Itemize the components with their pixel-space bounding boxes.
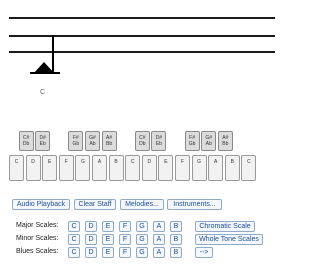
staff-line <box>9 17 275 19</box>
whole-tone-scales-button[interactable]: Whole Tone Scales <box>195 234 263 245</box>
more-scales-button[interactable]: --> <box>195 247 213 258</box>
white-key[interactable]: C <box>241 155 257 181</box>
melodies-button[interactable]: Melodies... <box>120 199 164 210</box>
chromatic-scale-button[interactable]: Chromatic Scale <box>195 221 255 232</box>
black-key[interactable]: A# Bb <box>101 131 117 151</box>
minor-scale-c-button[interactable]: C <box>68 234 80 245</box>
major-scale-d-button[interactable]: D <box>85 221 97 232</box>
black-key-flat-label: Db <box>22 141 30 147</box>
black-key-flat-label: Db <box>139 141 146 147</box>
white-key[interactable]: A <box>92 155 107 181</box>
staff-line <box>9 51 275 53</box>
staff-line <box>9 35 275 37</box>
black-key-flat-label: Gb <box>188 141 196 147</box>
white-key[interactable]: F <box>58 155 74 181</box>
minor-scale-d-button[interactable]: D <box>85 234 97 245</box>
white-key[interactable]: E <box>42 155 58 181</box>
blues-scale-d-button[interactable]: D <box>85 247 97 258</box>
major-scale-e-button[interactable]: E <box>102 221 114 232</box>
white-key[interactable]: A <box>208 155 224 181</box>
white-key[interactable]: G <box>191 155 207 181</box>
blues-scale-f-button[interactable]: F <box>119 247 131 258</box>
major-scale-c-button[interactable]: C <box>68 221 80 232</box>
white-key[interactable]: D <box>25 155 41 181</box>
black-key[interactable]: F# Gb <box>184 131 200 151</box>
black-key[interactable]: G# Ab <box>85 131 100 151</box>
white-key[interactable]: E <box>158 155 174 181</box>
blues-scale-g-button[interactable]: G <box>136 247 148 258</box>
black-key[interactable]: F# Gb <box>68 131 84 151</box>
white-key[interactable]: B <box>224 155 240 181</box>
minor-scale-f-button[interactable]: F <box>119 234 131 245</box>
black-key[interactable]: D# Eb <box>35 131 51 151</box>
white-key[interactable]: G <box>75 155 91 181</box>
major-scale-f-button[interactable]: F <box>119 221 131 232</box>
minor-scale-b-button[interactable]: B <box>170 234 182 245</box>
white-key[interactable]: F <box>175 155 190 181</box>
black-key-flat-label: Ab <box>205 141 212 147</box>
major-scale-g-button[interactable]: G <box>136 221 148 232</box>
black-key-flat-label: Bb <box>106 141 113 147</box>
instruments-button[interactable]: Instruments... <box>167 199 222 210</box>
blues-scales-label: Blues Scales: <box>16 248 59 255</box>
black-key[interactable]: G# Ab <box>201 131 217 151</box>
black-key[interactable]: A# Bb <box>217 131 233 151</box>
minor-scale-a-button[interactable]: A <box>153 234 165 245</box>
clear-staff-button[interactable]: Clear Staff <box>74 199 116 210</box>
blues-scale-e-button[interactable]: E <box>102 247 114 258</box>
current-note-label: C <box>40 89 46 96</box>
ledger-line <box>30 72 60 74</box>
black-key[interactable]: C# Db <box>18 131 34 151</box>
minor-scale-g-button[interactable]: G <box>136 234 148 245</box>
minor-scale-e-button[interactable]: E <box>102 234 114 245</box>
major-scales-label: Major Scales: <box>16 222 59 229</box>
blues-scale-c-button[interactable]: C <box>68 247 80 258</box>
black-key-flat-label: Gb <box>72 141 80 147</box>
white-key[interactable]: B <box>108 155 124 181</box>
blues-scale-b-button[interactable]: B <box>170 247 182 258</box>
black-key[interactable]: C# Db <box>134 131 150 151</box>
major-scale-a-button[interactable]: A <box>153 221 165 232</box>
white-key[interactable]: C <box>125 155 141 181</box>
minor-scales-label: Minor Scales: <box>16 235 59 242</box>
black-key-flat-label: Bb <box>222 141 229 147</box>
blues-scale-a-button[interactable]: A <box>153 247 165 258</box>
white-key[interactable]: D <box>141 155 157 181</box>
black-key-flat-label: Eb <box>39 141 46 147</box>
black-key-flat-label: Eb <box>155 141 162 147</box>
major-scale-b-button[interactable]: B <box>170 221 182 232</box>
black-key[interactable]: D# Eb <box>151 131 167 151</box>
black-key-flat-label: Ab <box>89 141 96 147</box>
audio-playback-button[interactable]: Audio Playback <box>12 199 70 210</box>
white-key[interactable]: C <box>9 155 24 181</box>
